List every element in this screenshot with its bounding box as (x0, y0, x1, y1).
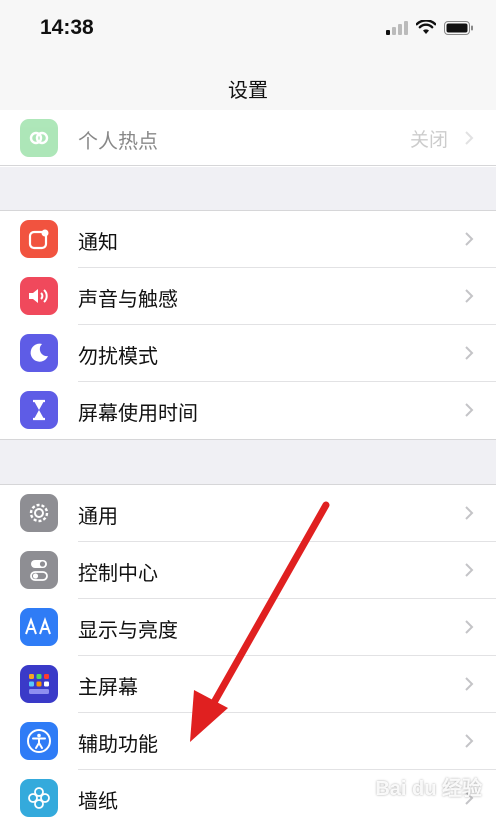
toggles-icon (20, 551, 58, 589)
chevron-right-icon (465, 506, 474, 520)
settings-row-label: 通知 (78, 230, 118, 254)
accessibility-icon (20, 722, 58, 760)
settings-row-display-brightness[interactable]: 显示与亮度 (0, 599, 496, 656)
moon-icon (20, 334, 58, 372)
settings-row-label: 屏幕使用时间 (78, 401, 198, 425)
settings-row-personal-hotspot[interactable]: 个人热点 关闭 (0, 110, 496, 167)
settings-row-value: 关闭 (409, 129, 448, 151)
settings-row-home-screen[interactable]: 主屏幕 (0, 656, 496, 713)
settings-row-label: 个人热点 (78, 129, 158, 153)
navigation-bar: 设置 (0, 60, 496, 115)
group-divider-top (0, 165, 496, 166)
chevron-right-icon (465, 734, 474, 748)
settings-row-general[interactable]: 通用 (0, 485, 496, 542)
wifi-icon (416, 20, 436, 34)
settings-row-label: 显示与亮度 (78, 618, 178, 642)
settings-row-label: 通用 (78, 504, 118, 528)
watermark-logo: Bai du 经验 (375, 778, 482, 800)
settings-row-label: 主屏幕 (78, 675, 138, 699)
chevron-right-icon (465, 403, 474, 417)
status-bar: 14:38 (0, 0, 496, 60)
settings-row-label: 声音与触感 (78, 287, 178, 311)
settings-row-accessibility[interactable]: 辅助功能 (0, 713, 496, 770)
settings-row-control-center[interactable]: 控制中心 (0, 542, 496, 599)
home-screen-icon (20, 665, 58, 703)
chevron-right-icon (465, 289, 474, 303)
notification-icon (20, 220, 58, 258)
cellular-signal-icon (386, 20, 408, 35)
settings-row-label: 控制中心 (78, 561, 158, 585)
settings-group-notifications: 通知 声音与触感 勿扰模式 屏幕使用时间 (0, 210, 496, 440)
sound-icon (20, 277, 58, 315)
chevron-right-icon (465, 563, 474, 577)
settings-row-sounds[interactable]: 声音与触感 (0, 268, 496, 325)
wallpaper-icon (20, 779, 58, 817)
chevron-right-icon (465, 131, 474, 145)
settings-row-screen-time[interactable]: 屏幕使用时间 (0, 382, 496, 439)
hourglass-icon (20, 391, 58, 429)
chevron-right-icon (465, 232, 474, 246)
text-size-icon (20, 608, 58, 646)
settings-row-notifications[interactable]: 通知 (0, 211, 496, 268)
chevron-right-icon (465, 620, 474, 634)
status-time: 14:38 (40, 16, 94, 39)
status-icons (386, 20, 474, 35)
settings-row-label: 墙纸 (78, 789, 118, 813)
chevron-right-icon (465, 677, 474, 691)
settings-row-do-not-disturb[interactable]: 勿扰模式 (0, 325, 496, 382)
hotspot-icon (20, 119, 58, 157)
chevron-right-icon (465, 346, 474, 360)
gear-icon (20, 494, 58, 532)
settings-row-label: 勿扰模式 (78, 344, 158, 368)
page-title: 设置 (228, 78, 268, 102)
battery-icon (444, 20, 473, 35)
settings-group-hotspot: 个人热点 关闭 (0, 110, 496, 167)
settings-row-label: 辅助功能 (78, 732, 158, 756)
